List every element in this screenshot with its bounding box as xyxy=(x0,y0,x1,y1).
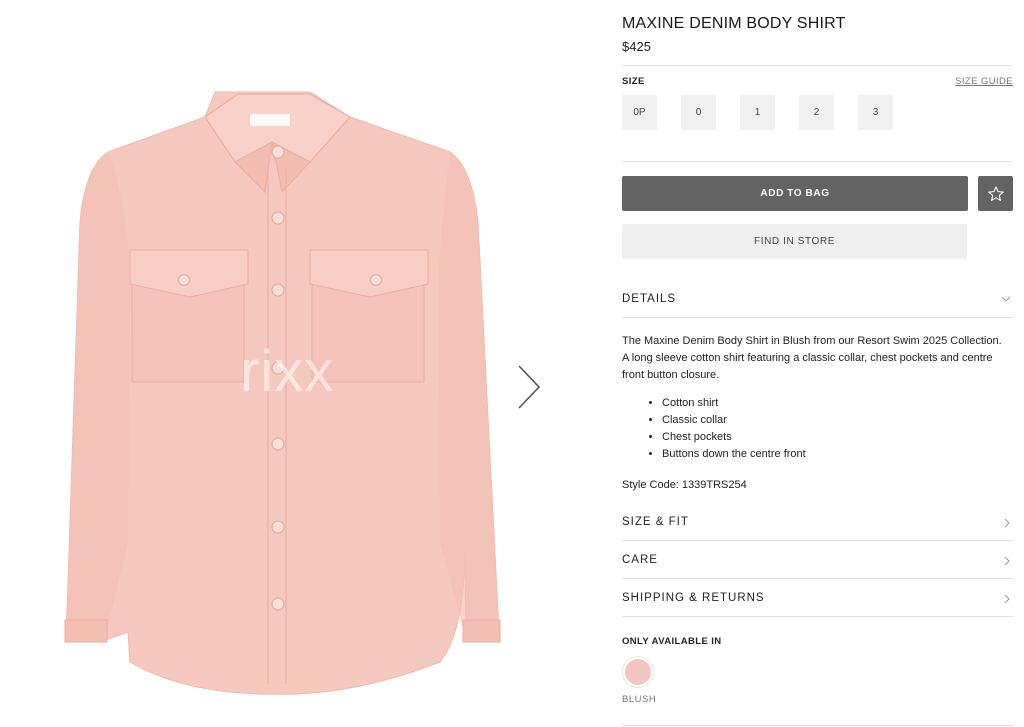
product-price: $425 xyxy=(622,39,651,54)
shipping-returns-label: SHIPPING & RETURNS xyxy=(622,592,765,604)
divider xyxy=(622,161,1013,162)
chevron-down-icon xyxy=(1001,296,1011,302)
find-in-store-button[interactable]: FIND IN STORE xyxy=(622,224,967,259)
details-label: DETAILS xyxy=(622,293,677,305)
availability-label: ONLY AVAILABLE IN xyxy=(622,636,722,647)
divider xyxy=(622,317,1013,318)
product-image-gallery: rixx xyxy=(0,0,560,727)
shipping-returns-accordion-header[interactable]: SHIPPING & RETURNS xyxy=(622,592,1013,612)
care-label: CARE xyxy=(622,554,658,566)
color-swatch-fill xyxy=(625,659,651,685)
size-option-0p[interactable]: 0P xyxy=(622,95,657,130)
chevron-right-icon xyxy=(1004,594,1010,604)
product-title: MAXINE DENIM BODY SHIRT xyxy=(622,15,846,32)
size-option-0[interactable]: 0 xyxy=(681,95,716,130)
product-description: The Maxine Denim Body Shirt in Blush fro… xyxy=(622,335,1002,381)
divider xyxy=(622,578,1013,579)
size-guide-link[interactable]: SIZE GUIDE xyxy=(955,76,1013,87)
chevron-right-icon xyxy=(1004,518,1010,528)
list-item: Cotton shirt xyxy=(662,395,806,412)
list-item: Classic collar xyxy=(662,412,806,429)
chevron-right-icon[interactable] xyxy=(513,362,543,412)
size-option-3[interactable]: 3 xyxy=(858,95,893,130)
star-icon xyxy=(987,185,1004,201)
size-option-2[interactable]: 2 xyxy=(799,95,834,130)
style-code: Style Code: 1339TRS254 xyxy=(622,479,747,491)
details-accordion-header[interactable]: DETAILS xyxy=(622,293,1013,313)
care-accordion-header[interactable]: CARE xyxy=(622,554,1013,574)
divider xyxy=(622,725,1013,726)
color-name: BLUSH xyxy=(622,694,657,705)
feature-list: Cotton shirt Classic collar Chest pocket… xyxy=(622,395,806,463)
divider xyxy=(622,616,1013,617)
size-fit-accordion-header[interactable]: SIZE & FIT xyxy=(622,516,1013,536)
add-to-bag-button[interactable]: ADD TO BAG xyxy=(622,176,968,211)
color-swatch-blush[interactable] xyxy=(622,656,654,688)
divider xyxy=(622,540,1013,541)
wishlist-button[interactable] xyxy=(978,176,1013,211)
watermark: rixx xyxy=(240,339,335,404)
size-label: SIZE xyxy=(622,76,645,87)
chevron-right-icon xyxy=(1004,556,1010,566)
size-option-1[interactable]: 1 xyxy=(740,95,775,130)
size-fit-label: SIZE & FIT xyxy=(622,516,689,528)
list-item: Chest pockets xyxy=(662,429,806,446)
list-item: Buttons down the centre front xyxy=(662,446,806,463)
divider xyxy=(622,65,1013,66)
